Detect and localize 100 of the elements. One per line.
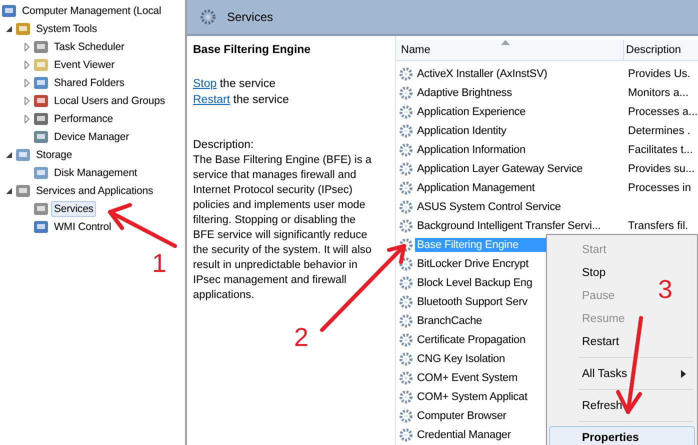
tree-item[interactable]: Performance (51, 111, 116, 127)
gear-icon (398, 332, 414, 348)
expanded-arrow-icon[interactable] (5, 187, 13, 195)
tree-item[interactable]: Shared Folders (51, 75, 128, 91)
gear-icon (398, 160, 414, 176)
description-text: The Base Filtering Engine (BFE) is a service that manages firewall and Internet Protocol security (IPsec) policies and implements user mode filtering. Stopping or disabling the BFE service will significantly reduce the security of the system. It will also result in unpredictable behavior in IPsec management and firewall applications. (193, 153, 373, 303)
collapsed-arrow-icon[interactable] (23, 43, 31, 51)
service-name[interactable]: Application Experience (415, 104, 528, 118)
action-link[interactable]: Stop (193, 78, 217, 90)
service-name[interactable]: BranchCache (415, 314, 484, 328)
node-icon (15, 147, 31, 163)
collapsed-arrow-icon[interactable] (23, 97, 31, 105)
table-cell-text: Processes in (627, 182, 692, 194)
service-name[interactable]: BitLocker Drive Encrypt (415, 256, 530, 270)
column-header[interactable]: Name (396, 40, 624, 60)
tree-item[interactable]: Device Manager (51, 129, 132, 145)
expanded-arrow-icon[interactable] (5, 151, 13, 159)
tree-item[interactable]: Services and Applications (33, 183, 156, 199)
gear-icon (398, 312, 414, 328)
collapsed-arrow-icon[interactable] (23, 115, 31, 123)
gear-icon (398, 408, 414, 424)
service-name[interactable]: COM+ Event System (415, 370, 520, 384)
tree-item[interactable]: Storage (33, 147, 76, 163)
menu-item[interactable]: Properties (549, 426, 695, 445)
table-cell-text: Facilitates t... (627, 144, 694, 156)
node-icon (33, 75, 49, 91)
menu-item[interactable]: All Tasks (549, 362, 695, 385)
gear-icon (398, 426, 414, 442)
table-cell-text: Transfers fil. (627, 220, 690, 232)
tree-item[interactable]: Disk Management (51, 165, 140, 181)
service-name[interactable]: Block Level Backup Eng (415, 276, 534, 290)
menu-item[interactable]: Restart (549, 330, 641, 353)
node-icon (33, 219, 49, 235)
service-name[interactable]: CNG Key Isolation (415, 352, 507, 366)
service-name[interactable]: ASUS System Control Service (415, 200, 563, 214)
tree-item[interactable]: WMI Control (51, 219, 114, 235)
tree-item[interactable]: Local Users and Groups (51, 93, 168, 109)
action-text: the service (218, 78, 276, 90)
annotation-number: 1 (152, 248, 166, 279)
service-name[interactable]: Application Identity (415, 124, 508, 138)
submenu-arrow-icon (681, 370, 686, 378)
gear-icon (398, 350, 414, 366)
table-cell-text: Provides Us. (627, 68, 692, 80)
tree-item[interactable]: Event Viewer (51, 57, 118, 73)
gear-icon (398, 66, 414, 82)
action-link[interactable]: Restart (193, 94, 230, 106)
service-name[interactable]: Bluetooth Support Serv (415, 294, 530, 308)
gear-icon (398, 274, 414, 290)
service-name[interactable]: Application Layer Gateway Service (415, 162, 585, 176)
gear-icon (398, 370, 414, 386)
collapsed-arrow-icon[interactable] (23, 61, 31, 69)
tree-item[interactable]: Services (51, 201, 96, 217)
gear-icon (398, 84, 414, 100)
gear-icon (199, 8, 217, 26)
node-icon (15, 183, 31, 199)
service-name[interactable]: Credential Manager (415, 428, 513, 442)
panel-title: Services (227, 10, 274, 24)
node-icon (33, 129, 49, 145)
service-name[interactable]: Certificate Propagation (415, 332, 528, 346)
annotation-number: 2 (294, 322, 308, 353)
node-icon (33, 201, 49, 217)
gear-icon (398, 198, 414, 214)
node-icon (33, 57, 49, 73)
description-label: Description: (193, 138, 255, 153)
service-name[interactable]: COM+ System Applicat (415, 390, 530, 404)
table-cell-text: Provides su... (627, 162, 696, 174)
tree-item[interactable]: Computer Management (Local (19, 3, 164, 19)
gear-icon (398, 142, 414, 158)
column-header[interactable]: Description (624, 40, 698, 60)
tree-item[interactable]: Task Scheduler (51, 39, 128, 55)
collapsed-arrow-icon[interactable] (23, 79, 31, 87)
service-title: Base Filtering Engine (193, 44, 312, 56)
gear-icon (398, 256, 414, 272)
gear-icon (398, 104, 414, 120)
node-icon (33, 39, 49, 55)
menu-item[interactable]: Stop (549, 261, 641, 284)
service-name[interactable]: Application Management (415, 180, 537, 194)
menu-item[interactable]: Refresh (549, 394, 641, 417)
table-cell-text: Monitors a... (627, 86, 690, 98)
tree-item[interactable]: System Tools (33, 21, 100, 37)
node-icon (33, 165, 49, 181)
service-name[interactable]: Adaptive Brightness (415, 86, 514, 100)
node-icon (33, 93, 49, 109)
gear-icon (398, 218, 414, 234)
expanded-arrow-icon[interactable] (5, 25, 13, 33)
table-cell-text: Determines . (627, 124, 692, 136)
node-icon (15, 21, 31, 37)
gear-icon (398, 180, 414, 196)
annotation-number: 3 (658, 274, 672, 305)
service-name[interactable]: Background Intelligent Transfer Servi... (415, 218, 603, 232)
gear-icon (398, 294, 414, 310)
gear-icon (398, 388, 414, 404)
service-name[interactable]: Computer Browser (415, 408, 508, 422)
gear-icon (398, 236, 414, 252)
table-cell-text: Processes a... (627, 106, 698, 118)
node-icon (33, 111, 49, 127)
sort-up-icon (501, 40, 510, 45)
service-name[interactable]: Application Information (415, 142, 528, 156)
service-name[interactable]: ActiveX Installer (AxInstSV) (415, 66, 550, 80)
action-text: the service (232, 94, 289, 106)
